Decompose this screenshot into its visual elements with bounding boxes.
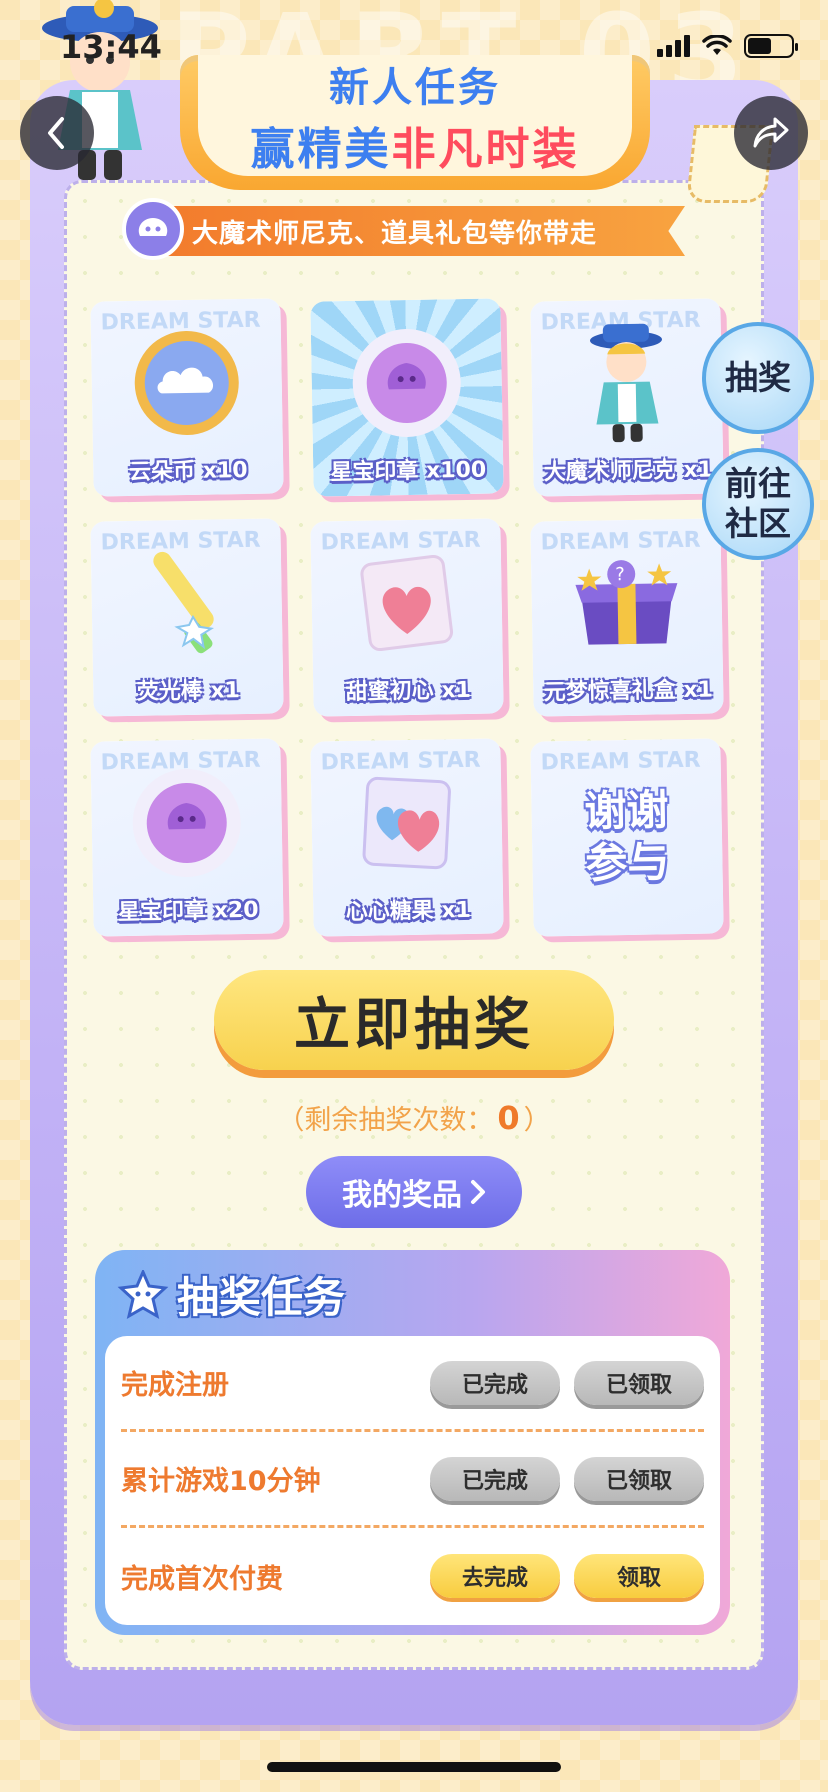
task-row: 累计游戏10分钟 已完成 已领取	[121, 1432, 704, 1528]
star-mascot-icon	[117, 1269, 169, 1319]
task-complete-button[interactable]: 已完成	[430, 1456, 560, 1501]
title-line2: 赢精美非凡时装	[251, 113, 580, 177]
task-row: 完成首次付费 去完成 领取	[121, 1528, 704, 1624]
prize-label: 云朵币 x10	[128, 457, 248, 486]
task-title: 抽奖任务	[177, 1273, 346, 1322]
heart-candy-icon	[360, 554, 454, 651]
remaining-suffix: ）	[523, 1105, 551, 1136]
cloud-coin-icon	[134, 330, 239, 435]
signal-icon	[657, 35, 690, 57]
thanks-line2: 参与	[584, 837, 670, 888]
prize-card: DREAM STAR 云朵币 x10	[90, 298, 284, 497]
task-header: 抽奖任务	[117, 1264, 345, 1325]
prize-label: 星宝印章 x100	[330, 457, 487, 486]
community-label-line2: 社区	[725, 504, 791, 543]
chevron-left-icon	[48, 117, 64, 149]
title-prefix: 赢精美	[250, 123, 392, 175]
prize-card: 星宝印章 x100	[310, 298, 504, 497]
prize-card: DREAM STAR 大魔术师尼克 x1	[530, 298, 724, 497]
chevron-right-icon	[471, 1180, 485, 1204]
prize-card: DREAM STAR 甜蜜初心 x1	[310, 518, 504, 717]
remaining-prefix: （剩余抽奖次数：	[277, 1105, 494, 1136]
status-bar: 13:44	[0, 0, 828, 96]
task-name: 完成首次付费	[121, 1563, 283, 1595]
community-label-line1: 前往	[725, 464, 791, 503]
home-indicator	[267, 1762, 561, 1772]
remaining-count: 0	[497, 1099, 520, 1137]
task-row: 完成注册 已完成 已领取	[121, 1336, 704, 1432]
prize-label: 大魔术师尼克 x1	[543, 457, 714, 486]
lottery-side-label: 抽奖	[725, 358, 791, 397]
battery-icon	[744, 34, 798, 58]
task-panel: 抽奖任务 完成注册 已完成 已领取 累计游戏10分钟 已完成 已领取 完成首次付…	[95, 1250, 730, 1635]
prize-grid: DREAM STAR 云朵币 x10 星宝印章 x100 DREAM STAR	[90, 298, 732, 937]
remaining-draws: （剩余抽奖次数： 0）	[0, 1098, 828, 1137]
community-side-button[interactable]: 前往 社区	[702, 448, 814, 560]
prize-card: DREAM STAR 星宝印章 x20	[90, 738, 284, 937]
card-watermark: DREAM STAR	[540, 747, 701, 776]
glow-stick-icon	[153, 551, 215, 653]
task-name: 完成注册	[121, 1370, 229, 1401]
title-highlight: 非凡时装	[391, 123, 580, 175]
svg-text:?: ?	[615, 564, 625, 585]
wifi-icon	[702, 35, 732, 55]
subtitle-text: 大魔术师尼克、道具礼包等你带走	[192, 218, 598, 249]
thanks-text: 谢谢 参与	[531, 783, 723, 890]
magician-nick-icon	[590, 323, 662, 443]
star-badge-icon	[122, 198, 184, 260]
my-prizes-label: 我的奖品	[342, 1178, 462, 1213]
draw-now-button[interactable]: 立即抽奖	[214, 970, 614, 1070]
star-seal-icon	[132, 768, 241, 877]
prize-label: 心心糖果 x1	[345, 897, 472, 926]
task-go-complete-button[interactable]: 去完成	[430, 1554, 560, 1598]
hearts-candy-icon	[362, 776, 451, 869]
star-seal-icon	[352, 328, 461, 437]
subtitle-ribbon: 大魔术师尼克、道具礼包等你带走	[130, 206, 685, 256]
prize-card: DREAM STAR 心心糖果 x1	[310, 738, 504, 937]
prize-card: DREAM STAR ? 元梦惊喜礼盒 x1	[530, 518, 724, 717]
prize-card: DREAM STAR 谢谢 参与	[530, 738, 724, 937]
prize-label: 元梦惊喜礼盒 x1	[543, 677, 714, 706]
thanks-line1: 谢谢	[584, 785, 669, 836]
share-button[interactable]	[734, 96, 808, 170]
task-complete-button[interactable]: 已完成	[430, 1360, 560, 1405]
status-icons	[657, 34, 798, 58]
prize-label: 荧光棒 x1	[136, 678, 241, 705]
lottery-side-button[interactable]: 抽奖	[702, 322, 814, 434]
my-prizes-button[interactable]: 我的奖品	[306, 1156, 522, 1228]
prize-card: DREAM STAR 荧光棒 x1	[90, 518, 284, 717]
gift-box-icon: ?	[575, 559, 678, 645]
prize-label: 星宝印章 x20	[117, 897, 259, 926]
task-claim-button[interactable]: 已领取	[574, 1456, 704, 1501]
task-list: 完成注册 已完成 已领取 累计游戏10分钟 已完成 已领取 完成首次付费 去完成…	[105, 1336, 720, 1625]
prize-label: 甜蜜初心 x1	[345, 677, 472, 706]
task-claim-button[interactable]: 领取	[574, 1554, 704, 1598]
task-name: 累计游戏10分钟	[121, 1466, 321, 1497]
share-icon	[753, 117, 789, 148]
task-claim-button[interactable]: 已领取	[574, 1360, 704, 1405]
back-button[interactable]	[20, 96, 94, 170]
status-time: 13:44	[60, 28, 162, 66]
